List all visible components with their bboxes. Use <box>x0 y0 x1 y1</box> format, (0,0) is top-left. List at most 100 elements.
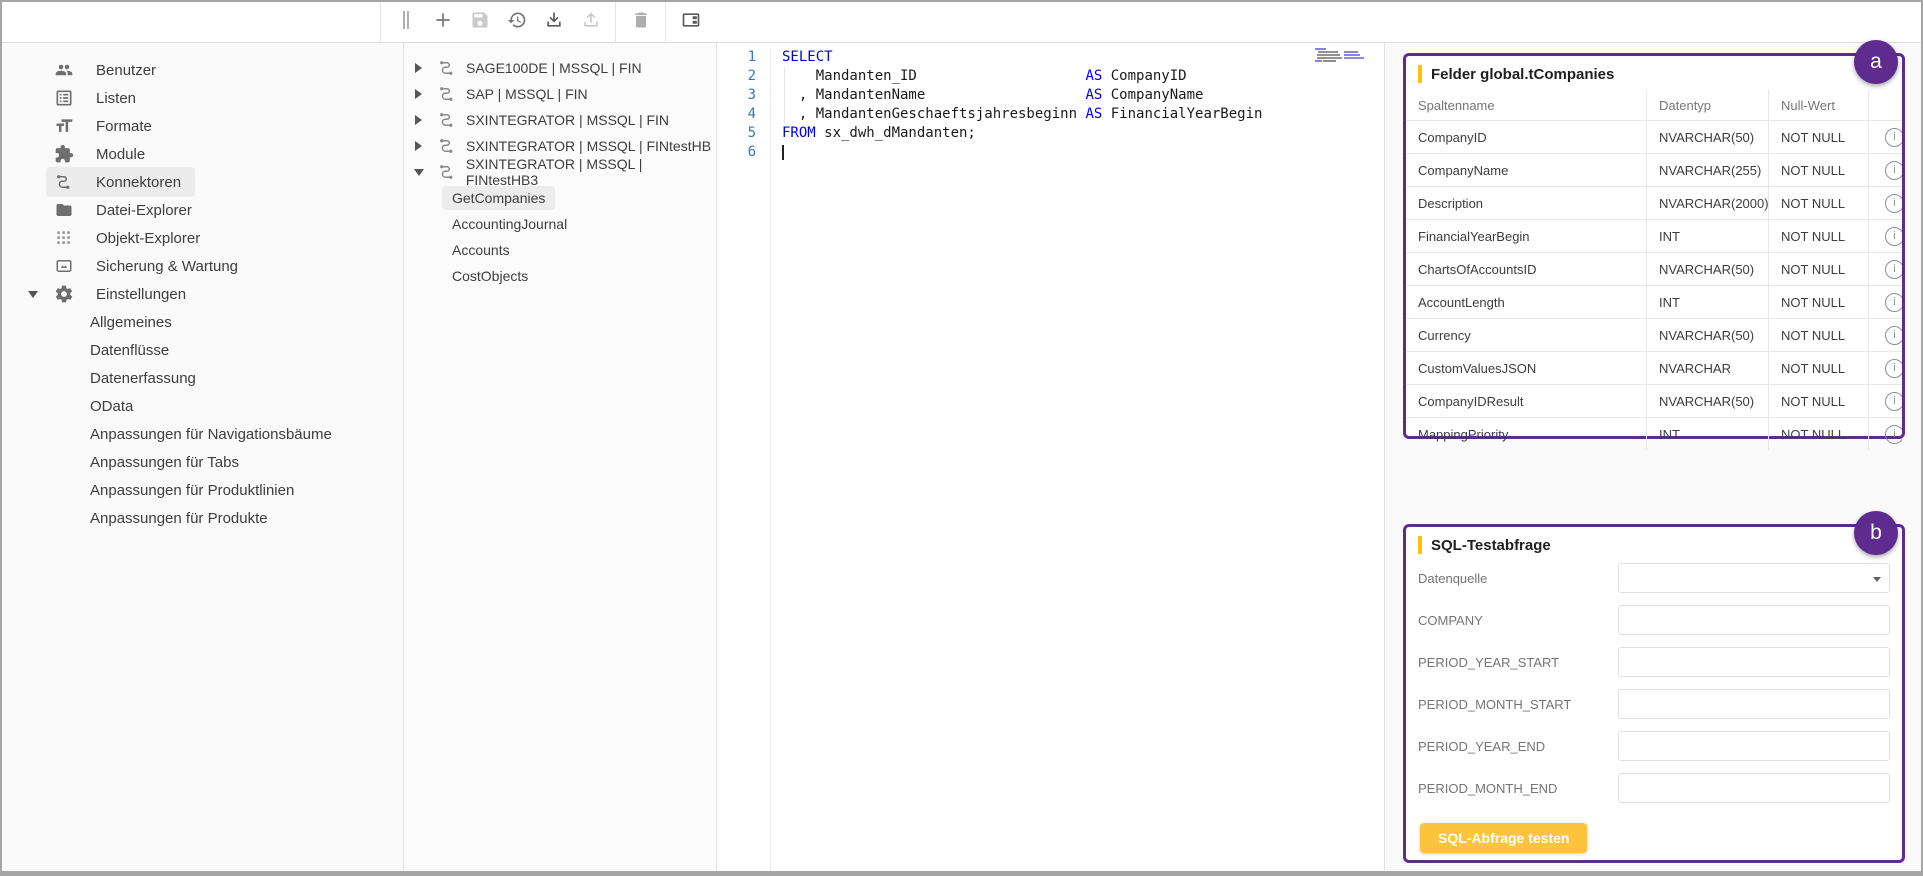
code-line[interactable]: FROM sx_dwh_dMandanten; <box>782 124 1262 143</box>
sidebar-item-einstellungen[interactable]: Einstellungen <box>2 280 403 308</box>
code-line[interactable]: SELECT <box>782 48 1262 67</box>
sql-code[interactable]: SELECT Mandanten_ID AS CompanyID , Manda… <box>771 48 1262 871</box>
period-year-end-input[interactable] <box>1618 731 1890 761</box>
field-name-cell: ChartsOfAccountsID <box>1406 253 1646 285</box>
column-header: Spaltenname <box>1406 90 1646 120</box>
period-month-end-input[interactable] <box>1618 773 1890 803</box>
sql-text: sx_dwh_dMandanten; <box>816 125 976 141</box>
sidebar-item-datei-explorer[interactable]: Datei-Explorer <box>2 196 403 224</box>
field-actions-cell: i <box>1868 352 1902 384</box>
tree-node-label: SXINTEGRATOR | MSSQL | FINtestHB <box>466 138 711 154</box>
datasource-select[interactable] <box>1618 563 1890 593</box>
field-nullable-cell: NOT NULL <box>1768 418 1868 450</box>
company-input[interactable] <box>1618 605 1890 635</box>
connector-tree: SAGE100DE | MSSQL | FINSAP | MSSQL | FIN… <box>404 43 717 871</box>
sql-text: , MandantenGeschaeftsjahresbeginn <box>782 106 1085 122</box>
sidebar-item-benutzer[interactable]: Benutzer <box>2 56 403 84</box>
field-name-cell: CustomValuesJSON <box>1406 352 1646 384</box>
tree-node-connector[interactable]: SAGE100DE | MSSQL | FIN <box>404 55 716 81</box>
layout-panel-button[interactable] <box>672 2 709 42</box>
format-icon <box>52 115 76 137</box>
connector-icon <box>436 136 458 156</box>
field-actions-cell: i <box>1868 319 1902 351</box>
chevron-right-icon[interactable] <box>414 63 430 73</box>
info-icon[interactable]: i <box>1885 227 1902 246</box>
period-month-start-input[interactable] <box>1618 689 1890 719</box>
tree-node-connector[interactable]: SXINTEGRATOR | MSSQL | FIN <box>404 107 716 133</box>
period-year-start-input[interactable] <box>1618 647 1890 677</box>
code-line[interactable]: , MandantenGeschaeftsjahresbeginn AS Fin… <box>782 105 1262 124</box>
tree-node-label: GetCompanies <box>442 186 555 210</box>
tree-node-query[interactable]: GetCompanies <box>404 185 716 211</box>
tree-node-connector[interactable]: SAP | MSSQL | FIN <box>404 81 716 107</box>
sidebar-item-datenflüsse[interactable]: Datenflüsse <box>2 336 403 364</box>
field-nullable-cell: NOT NULL <box>1768 286 1868 318</box>
info-icon[interactable]: i <box>1885 326 1902 345</box>
sql-editor[interactable]: 123456 SELECT Mandanten_ID AS CompanyID … <box>717 43 1385 871</box>
field-actions-cell: i <box>1868 385 1902 417</box>
sidebar-item-content: Formate <box>46 111 166 141</box>
sidebar-item-anpassungen-für-produkte[interactable]: Anpassungen für Produkte <box>2 504 403 532</box>
tree-node-query[interactable]: CostObjects <box>404 263 716 289</box>
info-icon[interactable]: i <box>1885 128 1902 147</box>
sql-test-panel-header: SQL-Testabfrage <box>1406 527 1902 561</box>
toolbar-separator <box>665 2 666 42</box>
info-icon[interactable]: i <box>1885 359 1902 378</box>
sidebar-item-content: Einstellungen <box>46 279 200 309</box>
code-line[interactable]: , MandantenName AS CompanyName <box>782 86 1262 105</box>
delete-button[interactable] <box>622 2 659 42</box>
field-nullable-cell: NOT NULL <box>1768 319 1868 351</box>
sidebar-item-konnektoren[interactable]: Konnektoren <box>2 168 403 196</box>
sql-keyword: AS <box>1085 106 1102 122</box>
chevron-down-icon[interactable] <box>414 168 430 177</box>
sidebar-item-odata[interactable]: OData <box>2 392 403 420</box>
sidebar-item-formate[interactable]: Formate <box>2 112 403 140</box>
sidebar-item-module[interactable]: Module <box>2 140 403 168</box>
info-icon[interactable]: i <box>1885 293 1902 312</box>
field-type-cell: NVARCHAR(50) <box>1646 253 1768 285</box>
info-icon[interactable]: i <box>1885 425 1902 444</box>
sidebar-item-listen[interactable]: Listen <box>2 84 403 112</box>
text-cursor <box>782 145 784 160</box>
delete-icon <box>631 10 651 35</box>
tree-node-connector[interactable]: SXINTEGRATOR | MSSQL | FINtestHB3 <box>404 159 716 185</box>
code-line[interactable]: Mandanten_ID AS CompanyID <box>782 67 1262 86</box>
sidebar-item-anpassungen-für-produktlinien[interactable]: Anpassungen für Produktlinien <box>2 476 403 504</box>
sidebar-subitem-label: Datenflüsse <box>90 342 169 359</box>
table-row: ChartsOfAccountsIDNVARCHAR(50)NOT NULLi <box>1406 252 1902 285</box>
info-icon[interactable]: i <box>1885 161 1902 180</box>
form-row: PERIOD_YEAR_START <box>1418 647 1890 677</box>
info-icon[interactable]: i <box>1885 194 1902 213</box>
line-number: 5 <box>717 124 756 143</box>
sidebar-item-anpassungen-für-tabs[interactable]: Anpassungen für Tabs <box>2 448 403 476</box>
main-area: BenutzerListenFormateModuleKonnektorenDa… <box>2 43 1921 871</box>
drag-handle-button[interactable] <box>387 2 424 42</box>
sidebar-item-objekt-explorer[interactable]: Objekt-Explorer <box>2 224 403 252</box>
info-icon[interactable]: i <box>1885 392 1902 411</box>
sidebar-item-sicherung-wartung[interactable]: Sicherung & Wartung <box>2 252 403 280</box>
table-row: CustomValuesJSONNVARCHARNOT NULLi <box>1406 351 1902 384</box>
run-sql-test-button[interactable]: SQL-Abfrage testen <box>1420 823 1587 853</box>
field-name-cell: FinancialYearBegin <box>1406 220 1646 252</box>
sidebar-subitem-label: Anpassungen für Tabs <box>90 454 239 471</box>
connector-icon <box>436 84 458 104</box>
code-line[interactable] <box>782 143 1262 162</box>
sidebar-item-label: Module <box>96 146 145 163</box>
field-nullable-cell: NOT NULL <box>1768 154 1868 186</box>
chevron-right-icon[interactable] <box>414 141 430 151</box>
chevron-right-icon[interactable] <box>414 89 430 99</box>
sidebar-item-allgemeines[interactable]: Allgemeines <box>2 308 403 336</box>
sidebar-item-anpassungen-für-navigationsbäume[interactable]: Anpassungen für Navigationsbäume <box>2 420 403 448</box>
form-row: PERIOD_YEAR_END <box>1418 731 1890 761</box>
chevron-right-icon[interactable] <box>414 115 430 125</box>
add-button[interactable] <box>424 2 461 42</box>
form-field-label: PERIOD_MONTH_END <box>1418 781 1618 796</box>
info-icon[interactable]: i <box>1885 260 1902 279</box>
download-button[interactable] <box>535 2 572 42</box>
tree-node-query[interactable]: Accounts <box>404 237 716 263</box>
chevron-down-icon[interactable] <box>28 290 46 299</box>
history-button[interactable] <box>498 2 535 42</box>
sidebar-item-datenerfassung[interactable]: Datenerfassung <box>2 364 403 392</box>
tree-node-query[interactable]: AccountingJournal <box>404 211 716 237</box>
sidebar-item-label: Sicherung & Wartung <box>96 258 238 275</box>
